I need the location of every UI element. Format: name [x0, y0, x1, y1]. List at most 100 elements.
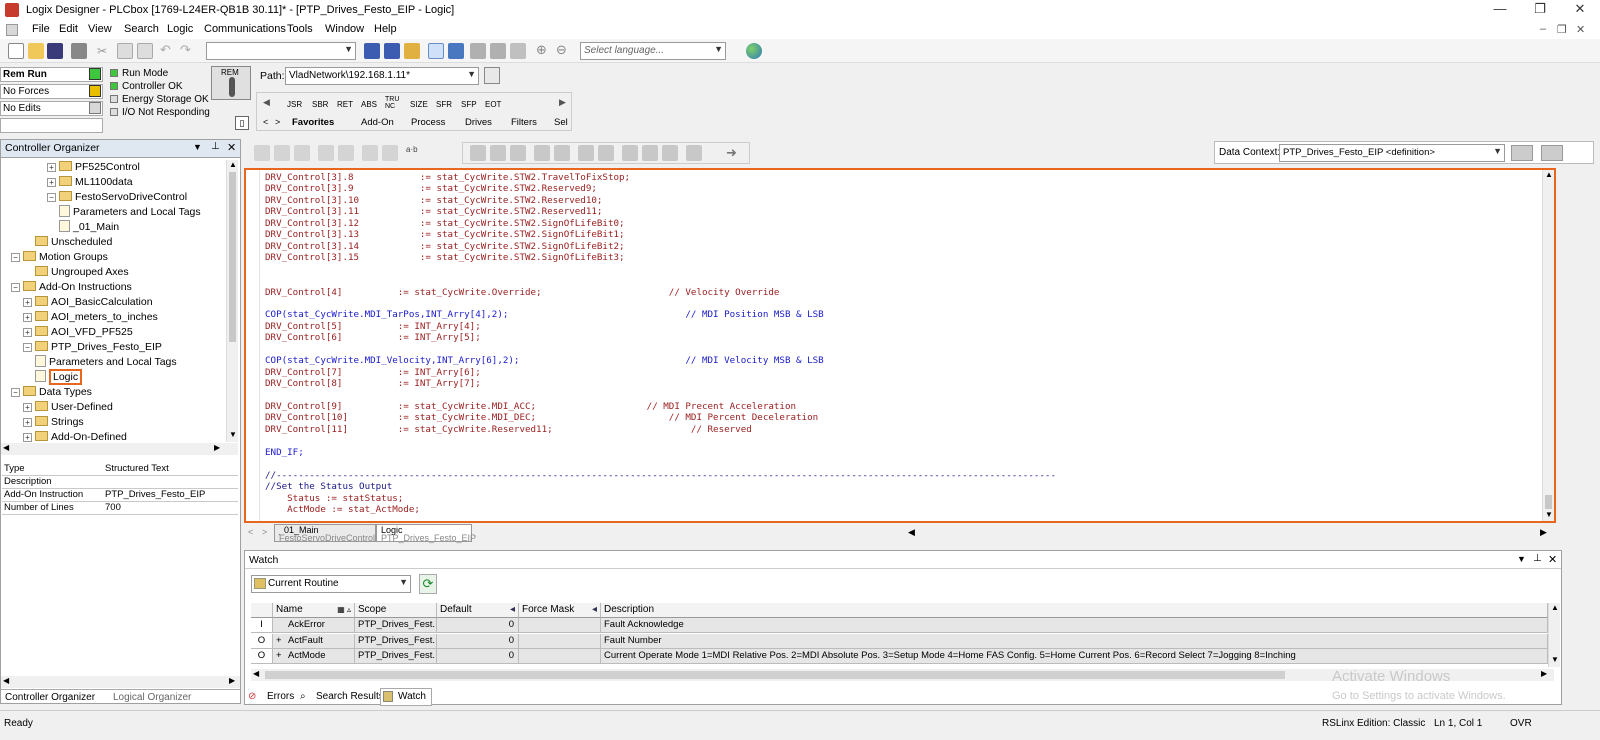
menu-communications[interactable]: Communications: [204, 23, 286, 35]
paste-icon[interactable]: [137, 43, 153, 59]
grid-icon[interactable]: [510, 43, 526, 59]
tab-add-on[interactable]: Add-On: [361, 117, 394, 128]
edit-tool-icon[interactable]: [598, 145, 614, 161]
tree-item[interactable]: + AOI_BasicCalculation: [1, 295, 153, 309]
tree-item[interactable]: Parameters and Local Tags: [1, 355, 177, 369]
col-force-mask[interactable]: Force Mask ◂: [519, 603, 601, 618]
edit-tool-icon[interactable]: [622, 145, 638, 161]
tree-item[interactable]: − Add-On Instructions: [1, 280, 132, 294]
tree-item[interactable]: Unscheduled: [1, 235, 112, 249]
pin-icon[interactable]: ▯: [235, 116, 249, 130]
expand-icon[interactable]: +: [23, 418, 32, 427]
tab-controller-organizer[interactable]: Controller Organizer: [5, 692, 95, 703]
tab-watch-active[interactable]: Watch: [380, 688, 432, 706]
tree-item[interactable]: − FestoServoDriveControl: [1, 190, 187, 204]
expand-icon[interactable]: +: [276, 634, 288, 648]
forces-arrow-icon[interactable]: [89, 85, 101, 97]
save-icon[interactable]: [47, 43, 63, 59]
copy-icon[interactable]: [117, 43, 133, 59]
instr-sbr[interactable]: SBR: [312, 100, 328, 109]
instr-eot[interactable]: EOT: [485, 100, 501, 109]
tree-item[interactable]: + User-Defined: [1, 400, 113, 414]
scroll-left-icon[interactable]: ◀: [908, 527, 915, 538]
tab-scroll-left-icon[interactable]: <: [263, 117, 268, 127]
verify-controller-icon[interactable]: [448, 43, 464, 59]
search-combo[interactable]: ▼: [206, 42, 356, 60]
table-row[interactable]: O + ActFault PTP_Drives_Fest... 0 Fault Numbe…: [251, 633, 1548, 649]
expand-icon[interactable]: +: [23, 313, 32, 322]
document-icon[interactable]: [6, 24, 18, 36]
new-icon[interactable]: [8, 43, 24, 59]
cell-default[interactable]: 0: [437, 649, 519, 664]
scroll-left-icon[interactable]: ◀: [3, 676, 9, 685]
find-icon[interactable]: [364, 43, 380, 59]
cell-force[interactable]: [519, 633, 601, 649]
browse-logic-icon[interactable]: [404, 43, 420, 59]
edit-tool-icon[interactable]: [470, 145, 486, 161]
expand-icon[interactable]: +: [23, 298, 32, 307]
st-tool-icon[interactable]: [274, 145, 290, 161]
cell-name[interactable]: + ActMode: [273, 649, 355, 664]
edit-tool-icon[interactable]: [490, 145, 506, 161]
menu-file[interactable]: File: [32, 23, 50, 35]
scroll-right-icon[interactable]: ▶: [214, 443, 220, 452]
cell-default[interactable]: 0: [437, 633, 519, 649]
ab-icon[interactable]: a·b: [406, 145, 422, 161]
menu-logic[interactable]: Logic: [167, 23, 193, 35]
tab-main-routine[interactable]: _01_Main FestoServoDriveControl: [274, 524, 376, 543]
cell-name[interactable]: + ActFault: [273, 633, 355, 649]
instr-ret[interactable]: RET: [337, 100, 353, 109]
edit-tool-icon[interactable]: [510, 145, 526, 161]
chevron-down-icon[interactable]: ▼: [193, 142, 202, 152]
instr-size[interactable]: SIZE: [410, 100, 428, 109]
maximize-button[interactable]: ❐: [1522, 0, 1558, 20]
collapse-icon[interactable]: −: [23, 343, 32, 352]
edit-tool-icon[interactable]: [554, 145, 570, 161]
cell-scope[interactable]: PTP_Drives_Fest...: [355, 649, 437, 664]
tab-sel[interactable]: Sel: [554, 117, 568, 128]
menu-search[interactable]: Search: [124, 23, 159, 35]
tab-logic-routine[interactable]: Logic PTP_Drives_Festo_EIP: [376, 524, 476, 543]
tree-item[interactable]: Logic: [1, 369, 83, 385]
edit-tool-icon[interactable]: [578, 145, 594, 161]
tab-search-results[interactable]: Search Results: [316, 691, 384, 702]
tree-item[interactable]: Parameters and Local Tags: [1, 205, 201, 219]
uncomment-icon[interactable]: [382, 145, 398, 161]
pin-icon[interactable]: ⊥: [1533, 553, 1542, 564]
scroll-left-icon[interactable]: ◀: [263, 97, 270, 108]
menu-view[interactable]: View: [88, 23, 112, 35]
scroll-right-icon[interactable]: ▶: [1541, 669, 1547, 678]
pin-icon[interactable]: ⊥: [211, 141, 220, 152]
network-icon[interactable]: [484, 67, 500, 84]
tree-item[interactable]: + ML1100data: [1, 175, 133, 189]
collapse-icon[interactable]: −: [11, 283, 20, 292]
tree-vertical-scrollbar[interactable]: ▲ ▼: [226, 160, 238, 442]
scroll-down-icon[interactable]: ▼: [1545, 510, 1553, 519]
collapse-icon[interactable]: −: [11, 253, 20, 262]
indent-icon[interactable]: [318, 145, 334, 161]
tree-item[interactable]: + PF525Control: [1, 160, 140, 174]
tree-item[interactable]: _01_Main: [1, 220, 119, 234]
tree-item[interactable]: + Strings: [1, 415, 84, 429]
edit-tool-icon[interactable]: [534, 145, 550, 161]
cell-description[interactable]: Current Operate Mode 1=MDI Relative Pos.…: [601, 649, 1548, 664]
menu-window[interactable]: Window: [325, 23, 364, 35]
expand-icon[interactable]: +: [23, 328, 32, 337]
cell-scope[interactable]: PTP_Drives_Fest...: [355, 618, 437, 633]
collapse-icon[interactable]: −: [11, 388, 20, 397]
tab-drives[interactable]: Drives: [465, 117, 492, 128]
table-row[interactable]: I AckError PTP_Drives_Fest... 0 Fault Acknow…: [251, 618, 1548, 633]
language-select[interactable]: Select language... ▼: [580, 42, 726, 60]
refresh-icon[interactable]: ⟳: [419, 574, 437, 594]
cell-description[interactable]: Fault Acknowledge: [601, 618, 1548, 633]
menu-help[interactable]: Help: [374, 23, 397, 35]
expand-icon[interactable]: +: [23, 433, 32, 442]
tree-item[interactable]: − Motion Groups: [1, 250, 108, 264]
edit-tool-icon[interactable]: [662, 145, 678, 161]
cell-force[interactable]: [519, 649, 601, 664]
cell-io[interactable]: I: [251, 618, 273, 633]
watch-icon[interactable]: [490, 43, 506, 59]
properties-icon[interactable]: [470, 43, 486, 59]
tree-item[interactable]: − PTP_Drives_Festo_EIP: [1, 340, 162, 354]
zoom-out-icon[interactable]: ⊖: [556, 43, 572, 59]
